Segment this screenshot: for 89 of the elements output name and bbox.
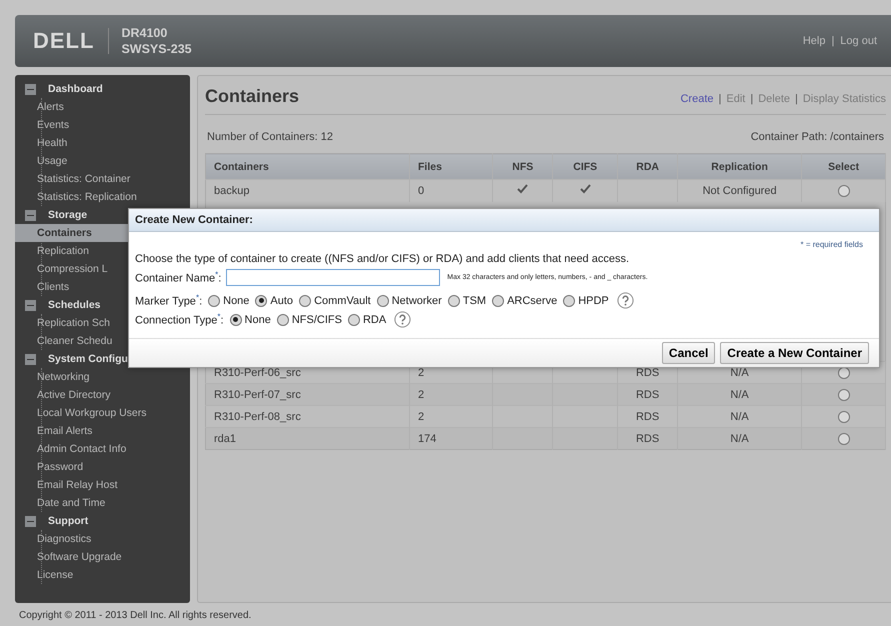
collapse-icon[interactable] <box>25 84 36 94</box>
radio-button[interactable] <box>448 294 460 306</box>
sidebar-item[interactable]: Statistics: Replication <box>15 188 190 206</box>
radio-button[interactable] <box>255 294 268 306</box>
sidebar-item[interactable]: Statistics: Container <box>15 170 190 188</box>
table-cell: 174 <box>410 428 493 450</box>
checkmark-icon <box>517 184 528 194</box>
separator: | <box>718 93 722 105</box>
collapse-icon[interactable] <box>25 300 36 310</box>
sidebar-section[interactable]: Schedules <box>48 299 101 311</box>
select-radio[interactable] <box>838 432 850 445</box>
sidebar-item[interactable]: Local Workgroup Users <box>15 404 190 422</box>
table-cell: rda1 <box>206 428 410 450</box>
radio-button[interactable] <box>348 314 360 326</box>
page-title: Containers <box>205 86 300 107</box>
select-radio[interactable] <box>838 184 850 197</box>
sidebar-item[interactable]: Events <box>15 116 190 134</box>
radio-button[interactable] <box>563 294 576 306</box>
sidebar-item[interactable]: Health <box>15 134 190 152</box>
collapse-icon[interactable] <box>25 210 36 220</box>
option-label: RDA <box>362 314 386 326</box>
collapse-icon[interactable] <box>25 516 36 526</box>
option-label: None <box>223 294 250 306</box>
radio-button[interactable] <box>299 294 312 306</box>
column-header: RDA <box>618 154 678 180</box>
option-label: HPDP <box>578 294 609 306</box>
sidebar-item[interactable]: Email Alerts <box>15 422 190 440</box>
option-label: NFS/CIFS <box>292 314 342 326</box>
separator: | <box>831 35 834 47</box>
logo: DELL <box>33 28 110 54</box>
header-link[interactable]: Log out <box>840 35 877 47</box>
radio-button[interactable] <box>376 294 389 306</box>
column-header: Containers <box>206 154 410 180</box>
field-label: Marker Type$^{*}$: <box>135 293 202 308</box>
container-path: Container Path: /containers <box>750 131 884 143</box>
sidebar-item[interactable]: Software Upgrade <box>15 548 190 566</box>
required-note: * = required fields <box>800 240 863 249</box>
column-header: Replication <box>677 154 802 180</box>
separator: | <box>750 93 754 105</box>
create-button[interactable]: Create a New Container <box>720 342 869 364</box>
dialog-description: Choose the type of container to create ((NFS and/or CIFS) or RDA) and add clients that need access. <box>135 252 630 264</box>
sidebar-section[interactable]: Storage <box>48 209 88 221</box>
select-radio[interactable] <box>838 388 850 401</box>
separator: | <box>795 93 798 105</box>
table-cell: N/A <box>677 428 802 450</box>
option-label: Networker <box>392 294 442 306</box>
radio-button[interactable] <box>492 294 504 306</box>
column-header: NFS <box>492 154 553 180</box>
copyright: Copyright © 2011 - 2013 Dell Inc. All rights reserved. <box>18 609 252 621</box>
option-label: TSM <box>462 294 486 306</box>
radio-button[interactable] <box>208 294 220 306</box>
sidebar-item[interactable]: License <box>15 566 190 584</box>
sidebar-section[interactable]: Support <box>48 515 88 527</box>
option-label: CommVault <box>314 294 371 306</box>
select-radio[interactable] <box>838 410 850 423</box>
sidebar-item[interactable]: Password <box>15 458 190 476</box>
field-label: Container Name$^{*}$: <box>135 270 222 285</box>
column-header: Files <box>410 154 493 180</box>
option-label: None <box>244 314 271 326</box>
sidebar-item[interactable]: Diagnostics <box>15 530 190 548</box>
collapse-icon[interactable] <box>25 354 36 364</box>
sidebar-item[interactable]: Admin Contact Info <box>15 440 190 458</box>
header-link[interactable]: Help <box>802 35 826 47</box>
field-label: Connection Type$^{*}$: <box>135 312 224 327</box>
dialog-title: Create New Container: <box>129 209 879 232</box>
sidebar-item[interactable]: Active Directory <box>15 386 190 404</box>
radio-button[interactable] <box>230 314 242 326</box>
sidebar-item[interactable]: Alerts <box>15 98 190 116</box>
sidebar-item[interactable]: Networking <box>15 368 190 386</box>
help-icon[interactable] <box>394 311 412 328</box>
sidebar-section[interactable]: Dashboard <box>48 83 103 95</box>
option-label: ARCserve <box>507 294 558 306</box>
option-label: Auto <box>270 294 294 306</box>
column-header: CIFS <box>552 154 618 180</box>
table-cell: RDS <box>618 428 678 450</box>
product-name: DR4100 <box>121 25 168 41</box>
sidebar-section[interactable]: System Configu <box>48 353 128 365</box>
sidebar-item[interactable]: Email Relay Host <box>15 476 190 494</box>
sidebar-item[interactable]: Usage <box>15 152 190 170</box>
container-count: Number of Containers: 12 <box>207 131 333 143</box>
cancel-button[interactable]: Cancel <box>662 342 716 364</box>
container-name-input[interactable] <box>226 269 440 286</box>
column-header: Select <box>802 154 886 180</box>
checkmark-icon <box>580 184 591 194</box>
radio-button[interactable] <box>276 314 289 326</box>
action-link[interactable]: Create <box>680 93 714 105</box>
help-icon[interactable] <box>616 292 634 309</box>
host-name: SWSYS-235 <box>121 41 192 57</box>
sidebar-item[interactable]: Date and Time <box>15 494 190 512</box>
